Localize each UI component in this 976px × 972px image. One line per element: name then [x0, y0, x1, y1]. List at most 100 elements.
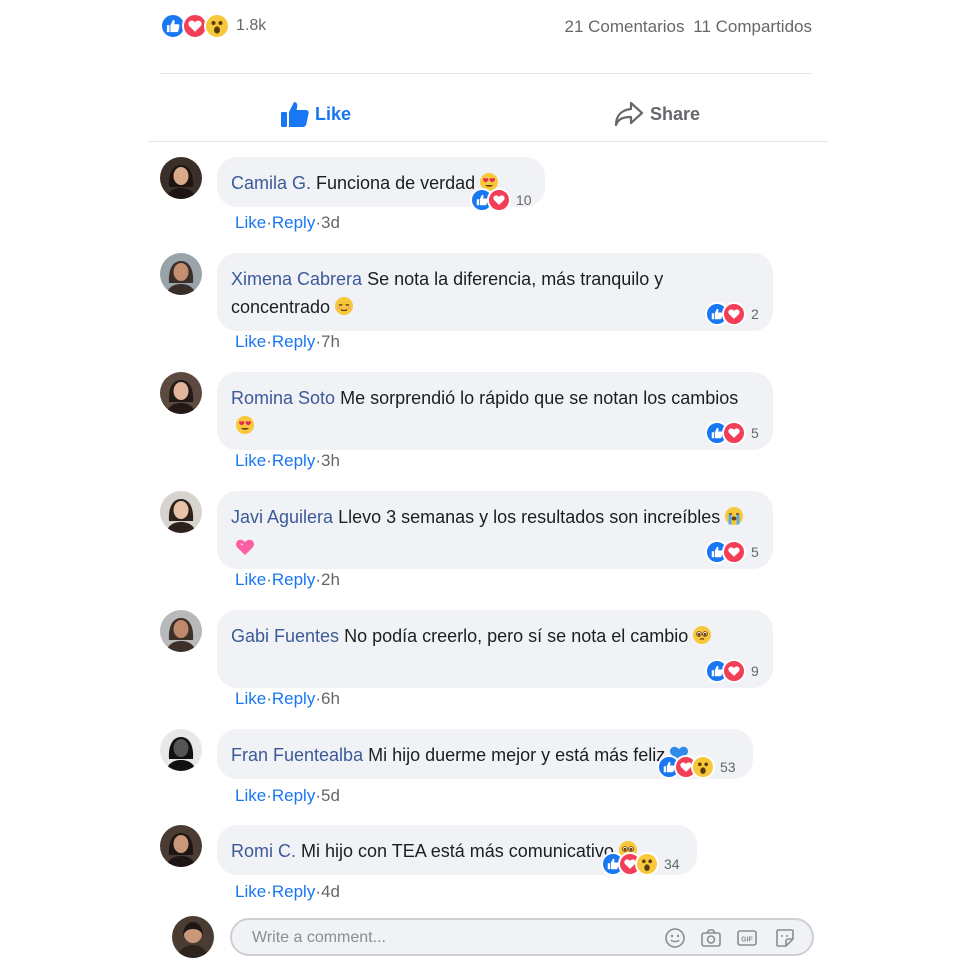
- commenter-avatar[interactable]: [160, 253, 202, 295]
- love-reaction-icon: [722, 421, 746, 445]
- comment-timestamp[interactable]: 3d: [321, 213, 340, 232]
- comment-like-link[interactable]: Like: [235, 882, 266, 901]
- comment-like-link[interactable]: Like: [235, 451, 266, 470]
- comment-actions: Like·Reply·3h: [235, 451, 340, 471]
- comment-text: No podía creerlo, pero sí se nota el cam…: [344, 626, 689, 646]
- comment-author[interactable]: Fran Fuentealba: [231, 745, 363, 765]
- comment-reactions[interactable]: 53: [657, 754, 736, 780]
- share-button-label: Share: [650, 103, 701, 124]
- thumbs-up-icon: [281, 102, 309, 127]
- top-divider: [160, 73, 812, 74]
- comment-reactions[interactable]: 2: [705, 301, 759, 327]
- comment-timestamp[interactable]: 7h: [321, 332, 340, 351]
- action-divider: [148, 141, 828, 142]
- commenter-avatar[interactable]: [160, 372, 202, 414]
- comment-like-link[interactable]: Like: [235, 570, 266, 589]
- comment-reactions[interactable]: 10: [470, 187, 532, 213]
- love-reaction-icon: [722, 659, 746, 683]
- comment-author[interactable]: Camila G.: [231, 173, 311, 193]
- comment-reaction-count: 53: [720, 759, 736, 775]
- gif-icon[interactable]: GIF: [736, 927, 758, 949]
- comment-reaction-count: 5: [751, 544, 759, 560]
- share-button[interactable]: Share: [614, 96, 700, 132]
- comment-text: Funciona de verdad: [316, 173, 476, 193]
- comment-input[interactable]: [250, 920, 634, 956]
- comment-actions: Like·Reply·2h: [235, 570, 340, 590]
- camera-icon[interactable]: [700, 927, 722, 949]
- comment-actions: Like·Reply·6h: [235, 689, 340, 709]
- comment-actions: Like·Reply·7h: [235, 332, 340, 352]
- comment-text: Mi hijo con TEA está más comunicativo: [301, 841, 614, 861]
- comment-composer[interactable]: GIF: [230, 918, 814, 956]
- comment-reply-link[interactable]: Reply: [272, 213, 315, 232]
- post-reactions-bar: 1.8k 21 Comentarios 11 Compartidos: [160, 10, 812, 42]
- comment-reactions[interactable]: 5: [705, 539, 759, 565]
- commenter-avatar[interactable]: [160, 729, 202, 771]
- shares-count[interactable]: 11 Compartidos: [693, 17, 812, 36]
- love-reaction-icon: [722, 302, 746, 326]
- post-stats: 21 Comentarios 11 Compartidos: [561, 17, 813, 37]
- like-button-label: Like: [315, 103, 352, 124]
- comment-reply-link[interactable]: Reply: [272, 332, 315, 351]
- emoji-icon[interactable]: [664, 927, 686, 949]
- comment-timestamp[interactable]: 5d: [321, 786, 340, 805]
- comment-timestamp[interactable]: 3h: [321, 451, 340, 470]
- comment-timestamp[interactable]: 2h: [321, 570, 340, 589]
- commenter-avatar[interactable]: [160, 491, 202, 533]
- comment-reactions[interactable]: 34: [601, 851, 680, 877]
- comments-count[interactable]: 21 Comentarios: [565, 17, 685, 36]
- comment-like-link[interactable]: Like: [235, 332, 266, 351]
- comment-reply-link[interactable]: Reply: [272, 689, 315, 708]
- pleading-emoji-icon: [692, 625, 712, 653]
- wow-reaction-icon: [204, 13, 230, 39]
- love-reaction-icon: [487, 188, 511, 212]
- relieved-emoji-icon: [334, 296, 354, 324]
- pink-heart-emoji-icon: [235, 537, 255, 565]
- comment-timestamp[interactable]: 4d: [321, 882, 340, 901]
- comment-author[interactable]: Gabi Fuentes: [231, 626, 339, 646]
- comment-reply-link[interactable]: Reply: [272, 882, 315, 901]
- comment-reply-link[interactable]: Reply: [272, 570, 315, 589]
- comment-actions: Like·Reply·5d: [235, 786, 340, 806]
- comment-actions: Like·Reply·4d: [235, 882, 340, 902]
- comment-like-link[interactable]: Like: [235, 786, 266, 805]
- sticker-icon[interactable]: [774, 927, 796, 949]
- comment-bubble: Ximena Cabrera Se nota la diferencia, má…: [217, 253, 773, 331]
- comment-reactions[interactable]: 5: [705, 420, 759, 446]
- love-reaction-icon: [722, 540, 746, 564]
- comment-like-link[interactable]: Like: [235, 689, 266, 708]
- comment-reaction-count: 5: [751, 425, 759, 441]
- composer-avatar[interactable]: [172, 916, 214, 958]
- reaction-count[interactable]: 1.8k: [236, 17, 266, 35]
- comment-bubble: Javi Aguilera Llevo 3 semanas y los resu…: [217, 491, 773, 569]
- comment-bubble: Gabi Fuentes No podía creerlo, pero sí s…: [217, 610, 773, 688]
- like-button[interactable]: Like: [281, 96, 351, 132]
- comment-author[interactable]: Javi Aguilera: [231, 507, 333, 527]
- comment-author[interactable]: Romina Soto: [231, 388, 335, 408]
- commenter-avatar[interactable]: [160, 610, 202, 652]
- comment-author[interactable]: Ximena Cabrera: [231, 269, 362, 289]
- comment-reaction-count: 34: [664, 856, 680, 872]
- comment-timestamp[interactable]: 6h: [321, 689, 340, 708]
- comment-actions: Like·Reply·3d: [235, 213, 340, 233]
- comment-reactions[interactable]: 9: [705, 658, 759, 684]
- commenter-avatar[interactable]: [160, 157, 202, 199]
- wow-reaction-icon: [691, 755, 715, 779]
- comment-like-link[interactable]: Like: [235, 213, 266, 232]
- comment-reaction-count: 9: [751, 663, 759, 679]
- comment-text: Llevo 3 semanas y los resultados son inc…: [338, 507, 721, 527]
- comment-text: Me sorprendió lo rápido que se notan los…: [340, 388, 739, 408]
- comment-reply-link[interactable]: Reply: [272, 786, 315, 805]
- wow-reaction-icon: [635, 852, 659, 876]
- comment-reaction-count: 2: [751, 306, 759, 322]
- share-arrow-icon: [614, 101, 644, 127]
- heart-eyes-emoji-icon: [235, 415, 255, 443]
- comment-reaction-count: 10: [516, 192, 532, 208]
- comment-author[interactable]: Romi C.: [231, 841, 296, 861]
- svg-text:GIF: GIF: [741, 937, 753, 944]
- crying-emoji-icon: [724, 506, 744, 534]
- comment-text: Mi hijo duerme mejor y está más feliz: [368, 745, 666, 765]
- comment-bubble: Romina Soto Me sorprendió lo rápido que …: [217, 372, 773, 450]
- comment-reply-link[interactable]: Reply: [272, 451, 315, 470]
- commenter-avatar[interactable]: [160, 825, 202, 867]
